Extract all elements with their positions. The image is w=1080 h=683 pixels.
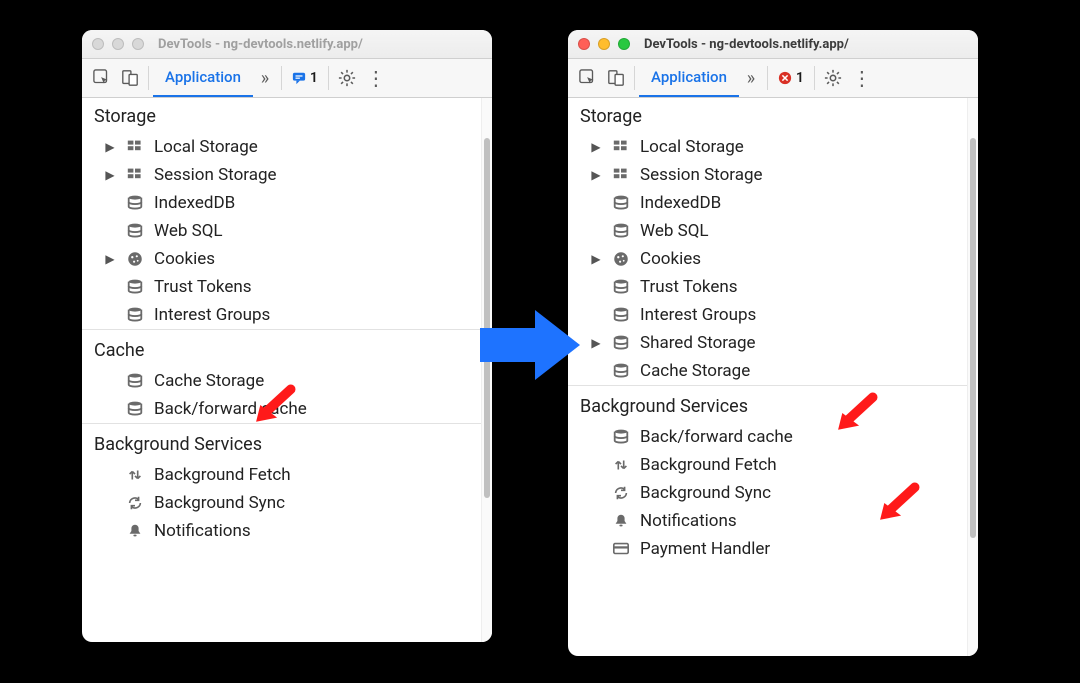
section-storage[interactable]: Storage (568, 98, 967, 133)
database-icon (124, 221, 146, 241)
device-toolbar-icon[interactable] (116, 59, 144, 97)
tree-item-cache-storage[interactable]: ▶Cache Storage (568, 357, 967, 385)
tree-item-trust-tokens[interactable]: ▶Trust Tokens (82, 273, 481, 301)
gear-icon[interactable] (819, 59, 847, 97)
sidebar-tree[interactable]: Storage ▶Local Storage ▶Session Storage … (82, 98, 481, 642)
window-title: DevTools - ng-devtools.netlify.app/ (638, 37, 968, 52)
tree-item-session-storage[interactable]: ▶Session Storage (82, 161, 481, 189)
database-icon (610, 277, 632, 297)
database-icon (610, 427, 632, 447)
gear-icon[interactable] (333, 59, 361, 97)
bell-icon (124, 521, 146, 541)
grid-icon (610, 137, 632, 157)
updown-icon (124, 465, 146, 485)
close-icon[interactable] (92, 38, 104, 50)
scroll-thumb[interactable] (970, 138, 976, 538)
devtools-window-before: DevTools - ng-devtools.netlify.app/ Appl… (82, 30, 492, 642)
tree-item-shared-storage[interactable]: ▶Shared Storage (568, 329, 967, 357)
tree-item-cache-storage[interactable]: ▶Cache Storage (82, 367, 481, 395)
tree-item-websql[interactable]: ▶Web SQL (568, 217, 967, 245)
database-icon (610, 305, 632, 325)
tab-application[interactable]: Application (153, 59, 253, 97)
titlebar[interactable]: DevTools - ng-devtools.netlify.app/ (568, 30, 978, 59)
tree-item-bfcache[interactable]: ▶Back/forward cache (82, 395, 481, 423)
database-icon (124, 305, 146, 325)
tree-item-notifications[interactable]: ▶Notifications (82, 517, 481, 545)
database-icon (124, 399, 146, 419)
zoom-icon[interactable] (618, 38, 630, 50)
traffic-lights[interactable] (578, 38, 630, 50)
database-icon (124, 193, 146, 213)
tree-item-bgfetch[interactable]: ▶Background Fetch (568, 451, 967, 479)
bell-icon (610, 511, 632, 531)
titlebar[interactable]: DevTools - ng-devtools.netlify.app/ (82, 30, 492, 59)
database-icon (124, 371, 146, 391)
tree-item-bgfetch[interactable]: ▶Background Fetch (82, 461, 481, 489)
issues-count: 1 (310, 70, 318, 86)
tree-item-cookies[interactable]: ▶Cookies (82, 245, 481, 273)
database-icon (610, 221, 632, 241)
sidebar-tree[interactable]: Storage ▶Local Storage ▶Session Storage … (568, 98, 967, 656)
minimize-icon[interactable] (598, 38, 610, 50)
section-cache[interactable]: Cache (82, 329, 481, 367)
close-icon[interactable] (578, 38, 590, 50)
errors-count: 1 (796, 70, 804, 86)
cookie-icon (610, 249, 632, 269)
tree-item-local-storage[interactable]: ▶Local Storage (82, 133, 481, 161)
traffic-lights[interactable] (92, 38, 144, 50)
grid-icon (124, 137, 146, 157)
sync-icon (610, 483, 632, 503)
issues-badge[interactable]: 1 (286, 59, 324, 97)
grid-icon (124, 165, 146, 185)
tree-item-local-storage[interactable]: ▶Local Storage (568, 133, 967, 161)
more-tabs-icon[interactable]: » (253, 59, 277, 97)
minimize-icon[interactable] (112, 38, 124, 50)
errors-badge[interactable]: 1 (772, 59, 810, 97)
database-icon (610, 361, 632, 381)
transition-arrow-icon (480, 310, 580, 380)
window-title: DevTools - ng-devtools.netlify.app/ (152, 37, 482, 52)
section-bgservices[interactable]: Background Services (568, 385, 967, 423)
database-icon (610, 333, 632, 353)
zoom-icon[interactable] (132, 38, 144, 50)
message-icon (292, 71, 306, 85)
tree-item-indexeddb[interactable]: ▶IndexedDB (568, 189, 967, 217)
tree-item-interest-groups[interactable]: ▶Interest Groups (568, 301, 967, 329)
more-tabs-icon[interactable]: » (739, 59, 763, 97)
tree-item-bgsync[interactable]: ▶Background Sync (82, 489, 481, 517)
inspect-element-icon[interactable] (574, 59, 602, 97)
section-storage[interactable]: Storage (82, 98, 481, 133)
tree-item-websql[interactable]: ▶Web SQL (82, 217, 481, 245)
card-icon (610, 539, 632, 559)
tree-item-interest-groups[interactable]: ▶Interest Groups (82, 301, 481, 329)
tree-item-bgsync[interactable]: ▶Background Sync (568, 479, 967, 507)
tree-item-session-storage[interactable]: ▶Session Storage (568, 161, 967, 189)
updown-icon (610, 455, 632, 475)
inspect-element-icon[interactable] (88, 59, 116, 97)
tree-item-trust-tokens[interactable]: ▶Trust Tokens (568, 273, 967, 301)
kebab-menu-icon[interactable]: ⋮ (847, 59, 875, 97)
kebab-menu-icon[interactable]: ⋮ (361, 59, 389, 97)
device-toolbar-icon[interactable] (602, 59, 630, 97)
section-bgservices[interactable]: Background Services (82, 423, 481, 461)
tree-item-bfcache[interactable]: ▶Back/forward cache (568, 423, 967, 451)
tree-item-indexeddb[interactable]: ▶IndexedDB (82, 189, 481, 217)
database-icon (124, 277, 146, 297)
tree-item-cookies[interactable]: ▶Cookies (568, 245, 967, 273)
cookie-icon (124, 249, 146, 269)
scrollbar[interactable] (967, 98, 978, 656)
tree-item-payment-handler[interactable]: ▶Payment Handler (568, 535, 967, 563)
devtools-toolbar: Application » 1 ⋮ (568, 59, 978, 98)
grid-icon (610, 165, 632, 185)
sync-icon (124, 493, 146, 513)
devtools-window-after: DevTools - ng-devtools.netlify.app/ Appl… (568, 30, 978, 656)
tree-item-notifications[interactable]: ▶Notifications (568, 507, 967, 535)
error-icon (778, 71, 792, 85)
database-icon (610, 193, 632, 213)
tab-application[interactable]: Application (639, 59, 739, 97)
devtools-toolbar: Application » 1 ⋮ (82, 59, 492, 98)
